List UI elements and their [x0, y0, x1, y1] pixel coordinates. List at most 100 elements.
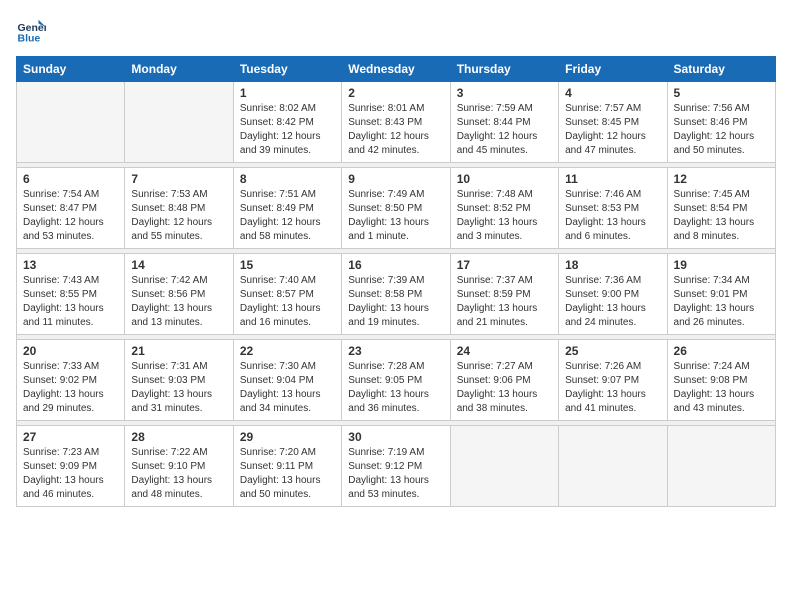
calendar-week-row: 27 Sunrise: 7:23 AM Sunset: 9:09 PM Dayli…: [17, 426, 776, 507]
calendar-week-row: 6 Sunrise: 7:54 AM Sunset: 8:47 PM Daylig…: [17, 168, 776, 249]
day-info: Sunrise: 7:46 AM Sunset: 8:53 PM Dayligh…: [565, 188, 660, 244]
calendar-cell: 29 Sunrise: 7:20 AM Sunset: 9:11 PM Dayli…: [233, 426, 341, 507]
calendar-week-row: 13 Sunrise: 7:43 AM Sunset: 8:55 PM Dayli…: [17, 254, 776, 335]
logo: General Blue: [16, 16, 48, 46]
day-number: 23: [348, 344, 443, 358]
calendar-cell: 15 Sunrise: 7:40 AM Sunset: 8:57 PM Dayli…: [233, 254, 341, 335]
day-number: 14: [131, 258, 226, 272]
day-number: 16: [348, 258, 443, 272]
day-number: 9: [348, 172, 443, 186]
calendar-cell: 23 Sunrise: 7:28 AM Sunset: 9:05 PM Dayli…: [342, 340, 450, 421]
day-info: Sunrise: 7:26 AM Sunset: 9:07 PM Dayligh…: [565, 360, 660, 416]
calendar-cell: 25 Sunrise: 7:26 AM Sunset: 9:07 PM Dayli…: [559, 340, 667, 421]
calendar-cell: 12 Sunrise: 7:45 AM Sunset: 8:54 PM Dayli…: [667, 168, 775, 249]
calendar-cell: [450, 426, 558, 507]
calendar-day-header: Thursday: [450, 57, 558, 82]
calendar-cell: 30 Sunrise: 7:19 AM Sunset: 9:12 PM Dayli…: [342, 426, 450, 507]
calendar-cell: 8 Sunrise: 7:51 AM Sunset: 8:49 PM Daylig…: [233, 168, 341, 249]
day-number: 10: [457, 172, 552, 186]
calendar-header-row: SundayMondayTuesdayWednesdayThursdayFrid…: [17, 57, 776, 82]
day-info: Sunrise: 7:43 AM Sunset: 8:55 PM Dayligh…: [23, 274, 118, 330]
day-info: Sunrise: 7:28 AM Sunset: 9:05 PM Dayligh…: [348, 360, 443, 416]
calendar-cell: 10Sunrise: 7:48 AM Sunset: 8:52 PM Dayli…: [450, 168, 558, 249]
day-info: Sunrise: 7:40 AM Sunset: 8:57 PM Dayligh…: [240, 274, 335, 330]
calendar-cell: 1 Sunrise: 8:02 AM Sunset: 8:42 PM Daylig…: [233, 82, 341, 163]
day-number: 4: [565, 86, 660, 100]
day-info: Sunrise: 7:33 AM Sunset: 9:02 PM Dayligh…: [23, 360, 118, 416]
calendar-cell: 16 Sunrise: 7:39 AM Sunset: 8:58 PM Dayli…: [342, 254, 450, 335]
day-info: Sunrise: 7:42 AM Sunset: 8:56 PM Dayligh…: [131, 274, 226, 330]
calendar-cell: 2Sunrise: 8:01 AM Sunset: 8:43 PM Daylig…: [342, 82, 450, 163]
day-info: Sunrise: 7:37 AM Sunset: 8:59 PM Dayligh…: [457, 274, 552, 330]
calendar-cell: 20 Sunrise: 7:33 AM Sunset: 9:02 PM Dayli…: [17, 340, 125, 421]
day-number: 17: [457, 258, 552, 272]
day-number: 12: [674, 172, 769, 186]
calendar-cell: 26 Sunrise: 7:24 AM Sunset: 9:08 PM Dayli…: [667, 340, 775, 421]
day-info: Sunrise: 7:34 AM Sunset: 9:01 PM Dayligh…: [674, 274, 769, 330]
day-info: Sunrise: 7:19 AM Sunset: 9:12 PM Dayligh…: [348, 446, 443, 502]
day-number: 1: [240, 86, 335, 100]
day-number: 25: [565, 344, 660, 358]
svg-text:Blue: Blue: [18, 33, 41, 45]
calendar-cell: 7 Sunrise: 7:53 AM Sunset: 8:48 PM Daylig…: [125, 168, 233, 249]
day-number: 8: [240, 172, 335, 186]
day-number: 30: [348, 430, 443, 444]
day-number: 28: [131, 430, 226, 444]
day-info: Sunrise: 7:27 AM Sunset: 9:06 PM Dayligh…: [457, 360, 552, 416]
day-number: 24: [457, 344, 552, 358]
calendar-week-row: 1 Sunrise: 8:02 AM Sunset: 8:42 PM Daylig…: [17, 82, 776, 163]
day-number: 20: [23, 344, 118, 358]
day-info: Sunrise: 7:56 AM Sunset: 8:46 PM Dayligh…: [674, 102, 769, 158]
day-number: 26: [674, 344, 769, 358]
day-number: 15: [240, 258, 335, 272]
calendar-cell: 3 Sunrise: 7:59 AM Sunset: 8:44 PM Daylig…: [450, 82, 558, 163]
calendar-cell: 5 Sunrise: 7:56 AM Sunset: 8:46 PM Daylig…: [667, 82, 775, 163]
day-info: Sunrise: 7:45 AM Sunset: 8:54 PM Dayligh…: [674, 188, 769, 244]
day-number: 27: [23, 430, 118, 444]
day-info: Sunrise: 8:02 AM Sunset: 8:42 PM Dayligh…: [240, 102, 335, 158]
calendar-day-header: Monday: [125, 57, 233, 82]
day-info: Sunrise: 7:54 AM Sunset: 8:47 PM Dayligh…: [23, 188, 118, 244]
day-info: Sunrise: 7:59 AM Sunset: 8:44 PM Dayligh…: [457, 102, 552, 158]
logo-icon: General Blue: [16, 16, 46, 46]
calendar-cell: 11 Sunrise: 7:46 AM Sunset: 8:53 PM Dayli…: [559, 168, 667, 249]
calendar-cell: [559, 426, 667, 507]
day-info: Sunrise: 7:57 AM Sunset: 8:45 PM Dayligh…: [565, 102, 660, 158]
day-number: 21: [131, 344, 226, 358]
day-number: 13: [23, 258, 118, 272]
calendar-cell: 28 Sunrise: 7:22 AM Sunset: 9:10 PM Dayli…: [125, 426, 233, 507]
day-info: Sunrise: 7:24 AM Sunset: 9:08 PM Dayligh…: [674, 360, 769, 416]
day-number: 29: [240, 430, 335, 444]
day-info: Sunrise: 7:22 AM Sunset: 9:10 PM Dayligh…: [131, 446, 226, 502]
calendar-cell: [125, 82, 233, 163]
calendar-day-header: Wednesday: [342, 57, 450, 82]
day-info: Sunrise: 7:31 AM Sunset: 9:03 PM Dayligh…: [131, 360, 226, 416]
day-number: 2: [348, 86, 443, 100]
day-info: Sunrise: 7:51 AM Sunset: 8:49 PM Dayligh…: [240, 188, 335, 244]
day-info: Sunrise: 7:49 AM Sunset: 8:50 PM Dayligh…: [348, 188, 443, 244]
day-number: 11: [565, 172, 660, 186]
day-number: 3: [457, 86, 552, 100]
calendar-day-header: Friday: [559, 57, 667, 82]
calendar-cell: 24 Sunrise: 7:27 AM Sunset: 9:06 PM Dayli…: [450, 340, 558, 421]
calendar-cell: 4 Sunrise: 7:57 AM Sunset: 8:45 PM Daylig…: [559, 82, 667, 163]
day-info: Sunrise: 7:53 AM Sunset: 8:48 PM Dayligh…: [131, 188, 226, 244]
calendar-cell: 21 Sunrise: 7:31 AM Sunset: 9:03 PM Dayli…: [125, 340, 233, 421]
day-number: 22: [240, 344, 335, 358]
calendar-cell: [667, 426, 775, 507]
day-number: 6: [23, 172, 118, 186]
calendar-day-header: Sunday: [17, 57, 125, 82]
day-number: 7: [131, 172, 226, 186]
day-number: 18: [565, 258, 660, 272]
calendar-cell: [17, 82, 125, 163]
day-number: 19: [674, 258, 769, 272]
calendar-day-header: Tuesday: [233, 57, 341, 82]
day-info: Sunrise: 7:23 AM Sunset: 9:09 PM Dayligh…: [23, 446, 118, 502]
calendar-cell: 9 Sunrise: 7:49 AM Sunset: 8:50 PM Daylig…: [342, 168, 450, 249]
day-info: Sunrise: 7:30 AM Sunset: 9:04 PM Dayligh…: [240, 360, 335, 416]
day-info: Sunrise: 7:20 AM Sunset: 9:11 PM Dayligh…: [240, 446, 335, 502]
day-info: Sunrise: 7:39 AM Sunset: 8:58 PM Dayligh…: [348, 274, 443, 330]
calendar-day-header: Saturday: [667, 57, 775, 82]
day-number: 5: [674, 86, 769, 100]
calendar-cell: 14 Sunrise: 7:42 AM Sunset: 8:56 PM Dayli…: [125, 254, 233, 335]
